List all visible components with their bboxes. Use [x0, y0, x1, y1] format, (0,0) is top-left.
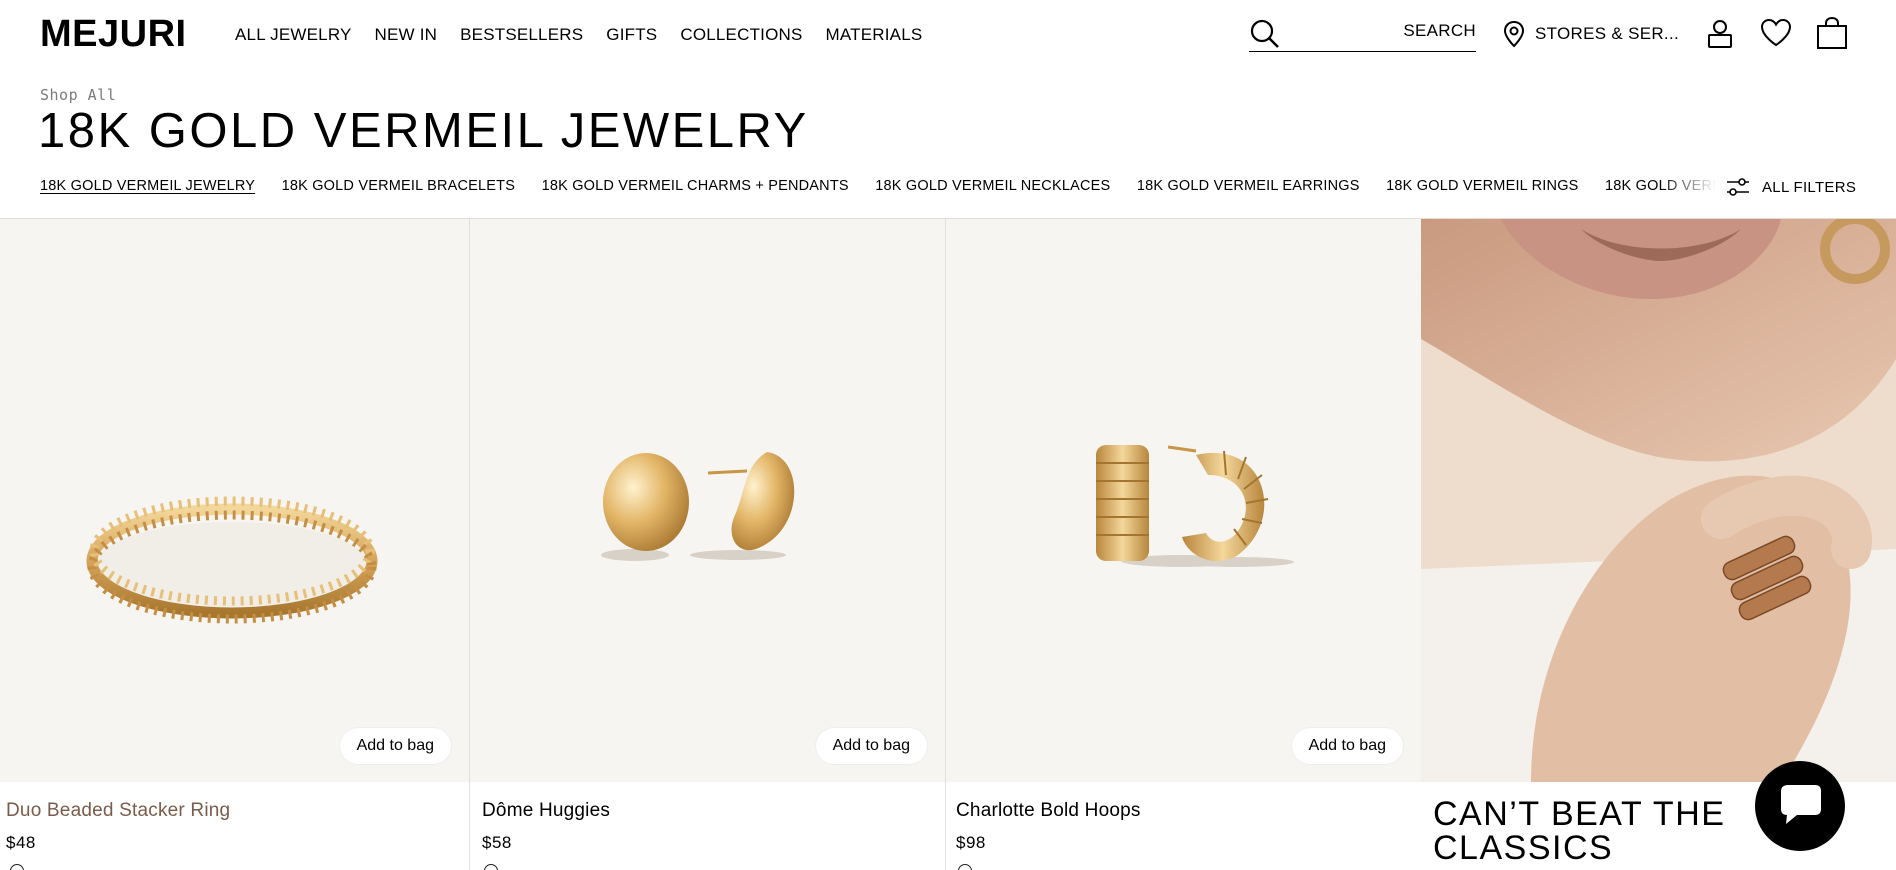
wishlist-heart-icon[interactable] — [1759, 16, 1793, 50]
page-title: 18K GOLD VERMEIL JEWELRY — [38, 104, 809, 158]
add-to-bag-button[interactable]: Add to bag — [339, 728, 451, 764]
subcategory-all-vermeil[interactable]: 18K GOLD VERMEIL JEWELRY — [40, 178, 255, 194]
all-filters-button[interactable]: ALL FILTERS — [1726, 176, 1856, 198]
stores-label: STORES & SER... — [1535, 24, 1680, 43]
nav-all-jewelry[interactable]: ALL JEWELRY — [235, 24, 352, 46]
breadcrumb[interactable]: Shop All — [40, 86, 116, 104]
account-icon[interactable] — [1703, 16, 1737, 50]
nav-new-in[interactable]: NEW IN — [375, 24, 438, 46]
product-price: $48 — [6, 833, 36, 852]
product-card[interactable]: Add to bag Dôme Huggies $58 — [470, 219, 945, 870]
color-swatch[interactable] — [484, 864, 498, 870]
add-to-bag-button[interactable]: Add to bag — [1291, 728, 1403, 764]
chat-bubble-icon — [1781, 785, 1821, 824]
add-to-bag-button[interactable]: Add to bag — [815, 728, 927, 764]
nav-gifts[interactable]: GIFTS — [606, 24, 657, 46]
stores-services-link[interactable]: STORES & SER... — [1503, 20, 1679, 48]
beaded-ring-image — [86, 496, 378, 624]
main-nav: ALL JEWELRY NEW IN BESTSELLERS GIFTS COL… — [235, 24, 945, 46]
product-image[interactable]: Add to bag — [0, 219, 469, 782]
product-image[interactable]: Add to bag — [470, 219, 945, 782]
shopping-bag-icon[interactable] — [1815, 16, 1849, 50]
model-hand-rings-image — [1421, 219, 1896, 782]
promo-title-line1: CAN’T BEAT THE — [1433, 795, 1726, 833]
search-field[interactable]: SEARCH — [1249, 14, 1476, 52]
product-card[interactable]: Add to bag Charlotte Bold Hoops $98 — [946, 219, 1421, 870]
subcategory-necklaces[interactable]: 18K GOLD VERMEIL NECKLACES — [875, 178, 1110, 194]
product-name[interactable]: Duo Beaded Stacker Ring — [6, 800, 230, 822]
color-swatch[interactable] — [10, 864, 24, 870]
nav-bestsellers[interactable]: BESTSELLERS — [460, 24, 583, 46]
product-price: $58 — [482, 833, 512, 852]
all-filters-label: ALL FILTERS — [1762, 178, 1857, 196]
product-name[interactable]: Dôme Huggies — [482, 800, 610, 822]
product-name[interactable]: Charlotte Bold Hoops — [956, 800, 1141, 822]
site-header: MEJURI ALL JEWELRY NEW IN BESTSELLERS GI… — [0, 0, 1896, 70]
search-label[interactable]: SEARCH — [1403, 21, 1476, 41]
product-info: Charlotte Bold Hoops $98 — [946, 782, 1421, 870]
subcategory-fade — [1660, 170, 1730, 204]
nav-materials[interactable]: MATERIALS — [826, 24, 923, 46]
search-icon[interactable] — [1249, 18, 1281, 50]
filters-sliders-icon — [1727, 178, 1749, 196]
product-price: $98 — [956, 833, 986, 852]
charlotte-hoops-image — [1096, 445, 1294, 567]
color-swatch[interactable] — [958, 864, 972, 870]
subcategory-rings[interactable]: 18K GOLD VERMEIL RINGS — [1386, 178, 1578, 194]
location-pin-icon — [1503, 20, 1525, 48]
product-info: Duo Beaded Stacker Ring $48 — [0, 782, 469, 870]
nav-collections[interactable]: COLLECTIONS — [680, 24, 802, 46]
product-info: Dôme Huggies $58 — [470, 782, 945, 870]
brand-logo[interactable]: MEJURI — [40, 14, 187, 54]
chat-button[interactable] — [1755, 761, 1845, 851]
subcategory-bracelets[interactable]: 18K GOLD VERMEIL BRACELETS — [282, 178, 516, 194]
dome-huggies-image — [601, 452, 795, 561]
subcategory-charms-pendants[interactable]: 18K GOLD VERMEIL CHARMS + PENDANTS — [542, 178, 849, 194]
product-card[interactable]: Add to bag Duo Beaded Stacker Ring $48 — [0, 219, 469, 870]
product-image[interactable]: Add to bag — [946, 219, 1421, 782]
promo-title-line2: CLASSICS — [1433, 829, 1614, 867]
subcategory-earrings[interactable]: 18K GOLD VERMEIL EARRINGS — [1137, 178, 1360, 194]
subcategory-bar: 18K GOLD VERMEIL JEWELRY 18K GOLD VERMEI… — [40, 177, 1720, 199]
promo-title: CAN’T BEAT THE CLASSICS — [1433, 797, 1725, 865]
